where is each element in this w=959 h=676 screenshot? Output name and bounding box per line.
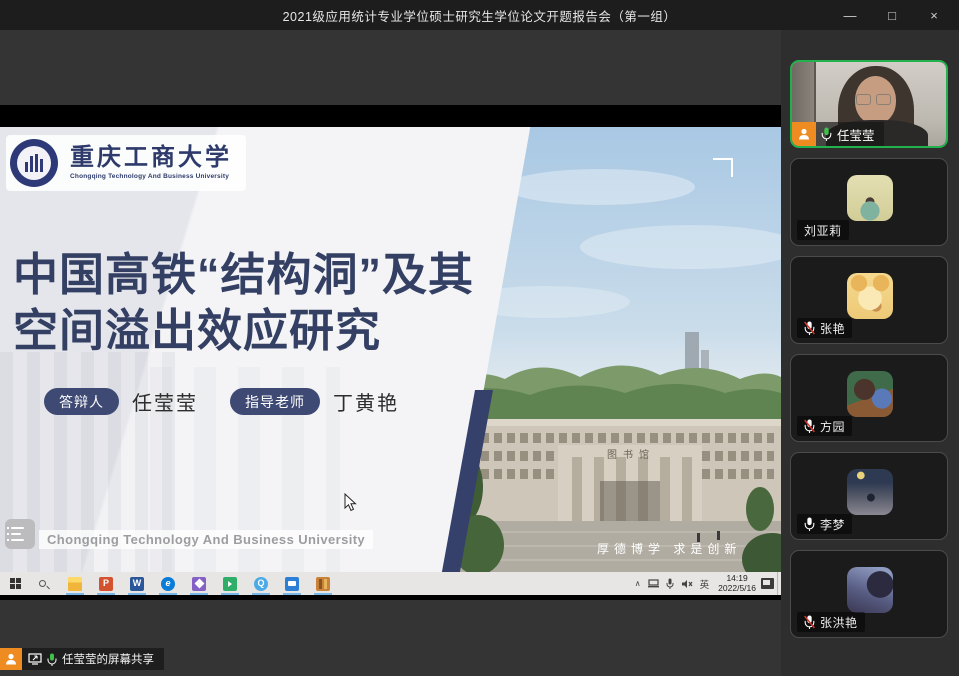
university-logo-block: 重庆工商大学 Chongqing Technology And Business… xyxy=(6,135,246,191)
avatar xyxy=(847,175,893,221)
advisor-name: 丁黄艳 xyxy=(333,387,399,416)
participant-name: 任莹莹 xyxy=(837,125,875,144)
participant-tile-zhanghongyan[interactable]: 张洪艳 xyxy=(790,550,948,638)
participant-tile-limeng[interactable]: 李梦 xyxy=(790,452,948,540)
avatar xyxy=(847,371,893,417)
mic-active-icon xyxy=(47,653,57,666)
tray-expand-icon[interactable]: ∧ xyxy=(635,579,641,588)
participant-name: 刘亚莉 xyxy=(804,222,842,239)
share-banner-text: 任莹莹的屏幕共享 xyxy=(62,651,154,667)
windows-taskbar: P W e Q ∧ 英 14:19 xyxy=(0,572,781,595)
device-icon[interactable] xyxy=(648,579,659,588)
participant-name: 方园 xyxy=(820,418,845,435)
taskbar-apps: P W e Q xyxy=(64,572,334,595)
close-button[interactable]: × xyxy=(913,0,955,30)
participant-tile-fangyuan[interactable]: 方园 xyxy=(790,354,948,442)
corner-bracket-decoration xyxy=(713,158,733,177)
window-controls: — □ × xyxy=(829,0,955,30)
action-center-icon[interactable] xyxy=(761,578,774,589)
participant-tile-zhangyan[interactable]: 张艳 xyxy=(790,256,948,344)
search-icon[interactable] xyxy=(30,580,54,587)
photos-icon[interactable] xyxy=(188,572,210,595)
participant-tile-liuyali[interactable]: 刘亚莉 xyxy=(790,158,948,246)
powerpoint-icon[interactable]: P xyxy=(95,572,117,595)
defender-group: 答辩人 任莹莹 xyxy=(44,387,198,416)
slide-title: 中国高铁“结构洞”及其 空间溢出效应研究 xyxy=(13,247,474,359)
avatar xyxy=(847,469,893,515)
maximize-button[interactable]: □ xyxy=(871,0,913,30)
participants-sidebar: 任莹莹 刘亚莉 张艳 方园 xyxy=(781,30,959,676)
screen-share-icon xyxy=(28,653,42,665)
school-motto: 厚德博学 求是创新 xyxy=(597,540,741,557)
building-sign: 图书馆 xyxy=(607,448,655,461)
university-name-cn: 重庆工商大学 xyxy=(70,146,232,170)
participant-name: 张艳 xyxy=(820,320,845,337)
meeting-app-icon[interactable] xyxy=(281,572,303,595)
university-name-en: Chongqing Technology And Business Univer… xyxy=(70,173,232,180)
mouse-cursor xyxy=(344,493,357,517)
defender-label-pill: 答辩人 xyxy=(44,388,119,415)
mic-muted-icon xyxy=(804,615,815,629)
advisor-label-pill: 指导老师 xyxy=(230,388,320,415)
participant-tile-renyingying[interactable]: 任莹莹 xyxy=(790,60,948,148)
system-tray: ∧ 英 xyxy=(635,577,709,591)
file-explorer-icon[interactable] xyxy=(64,572,86,595)
avatar xyxy=(847,567,893,613)
minimize-button[interactable]: — xyxy=(829,0,871,30)
list-icon xyxy=(5,519,35,549)
advisor-group: 指导老师 丁黄艳 xyxy=(230,387,399,416)
university-logo-icon xyxy=(10,139,58,187)
participant-name: 李梦 xyxy=(820,516,845,533)
title-bar: 2021级应用统计专业学位硕士研究生学位论文开题报告会（第一组） — □ × xyxy=(0,0,959,30)
mic-muted-icon xyxy=(804,321,815,335)
slide-title-line2: 空间溢出效应研究 xyxy=(13,303,474,359)
mic-active-icon xyxy=(821,127,832,141)
presentation-slide: 重庆工商大学 Chongqing Technology And Business… xyxy=(0,127,781,572)
qq-icon[interactable]: Q xyxy=(250,572,272,595)
edge-icon[interactable]: e xyxy=(157,572,179,595)
word-icon[interactable]: W xyxy=(126,572,148,595)
reader-app-icon[interactable] xyxy=(312,572,334,595)
mic-muted-icon xyxy=(804,419,815,433)
defender-name: 任莹莹 xyxy=(132,387,198,416)
volume-muted-icon[interactable] xyxy=(681,579,693,589)
whiteboard-icon[interactable] xyxy=(219,572,241,595)
presenter-avatar-icon xyxy=(0,648,22,670)
meeting-title: 2021级应用统计专业学位硕士研究生学位论文开题报告会（第一组） xyxy=(283,6,677,25)
screen-share-banner: 任莹莹的屏幕共享 xyxy=(0,648,164,670)
language-indicator[interactable]: 英 xyxy=(700,577,710,591)
avatar xyxy=(847,273,893,319)
shared-screen: 重庆工商大学 Chongqing Technology And Business… xyxy=(0,105,781,600)
participant-name: 张洪艳 xyxy=(820,614,858,631)
start-button-icon[interactable] xyxy=(0,572,30,595)
mic-on-icon xyxy=(804,517,815,531)
slide-title-line1: 中国高铁“结构洞”及其 xyxy=(13,247,474,303)
tray-mic-icon[interactable] xyxy=(666,578,674,589)
slide-footer-text: Chongqing Technology And Business Univer… xyxy=(39,530,373,549)
taskbar-date: 2022/5/16 xyxy=(718,584,756,594)
shared-screen-stage: 重庆工商大学 Chongqing Technology And Business… xyxy=(0,30,781,676)
taskbar-clock[interactable]: 14:19 2022/5/16 xyxy=(718,574,756,594)
presenter-badge-icon xyxy=(792,122,816,146)
meeting-window: 2021级应用统计专业学位硕士研究生学位论文开题报告会（第一组） — □ × 重… xyxy=(0,0,959,676)
